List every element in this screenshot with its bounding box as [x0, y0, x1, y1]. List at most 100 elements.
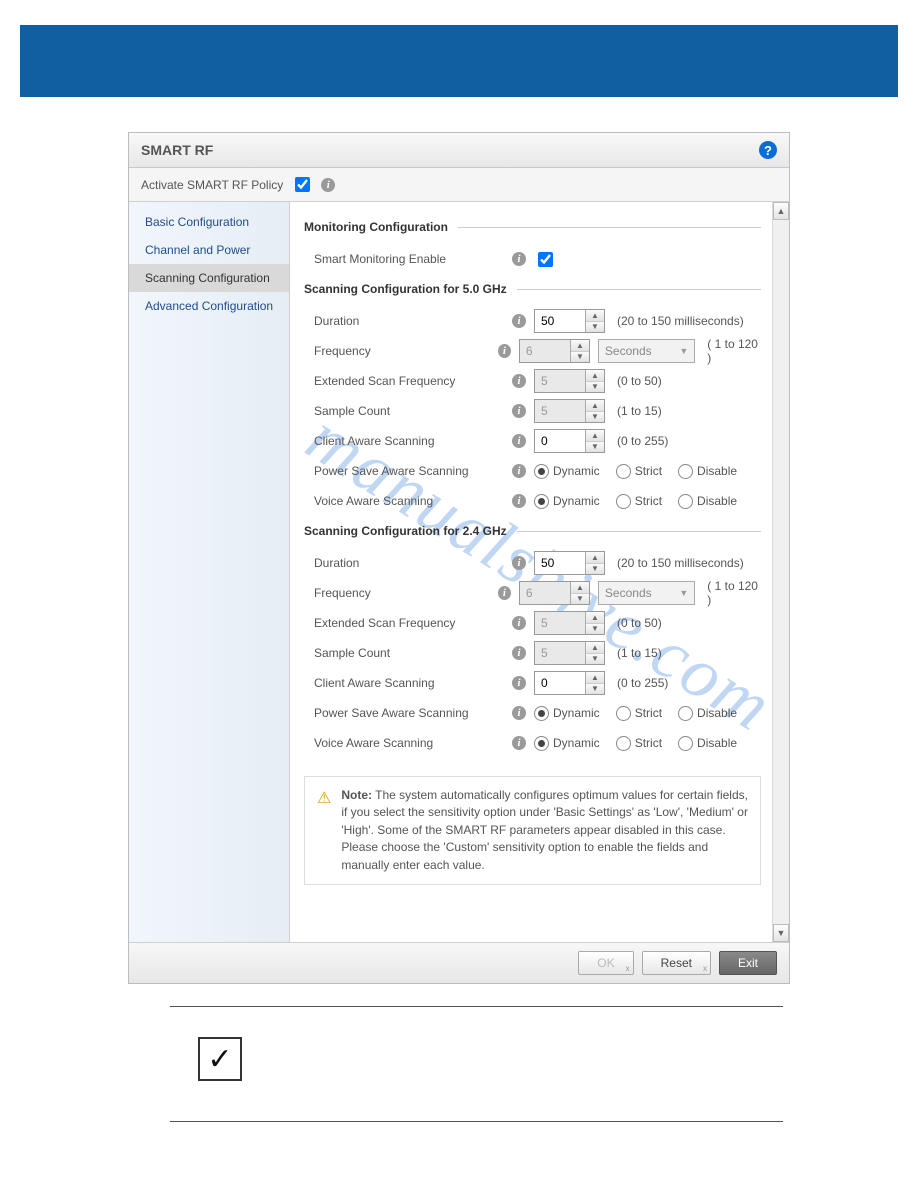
radio-disable[interactable]: Disable — [678, 706, 737, 721]
info-icon[interactable]: i — [512, 464, 526, 478]
field-label: Extended Scan Frequency — [314, 374, 504, 388]
radio-strict[interactable]: Strict — [616, 736, 662, 751]
smart-rf-panel: SMART RF ? Activate SMART RF Policy i Ba… — [128, 132, 790, 984]
field-hint: (0 to 50) — [617, 374, 662, 388]
activate-policy-bar: Activate SMART RF Policy i — [129, 168, 789, 202]
radio-dynamic[interactable]: Dynamic — [534, 464, 600, 479]
scroll-up-icon[interactable]: ▲ — [773, 202, 789, 220]
info-icon[interactable]: i — [512, 616, 526, 630]
below-panel-area: ✓ — [170, 1006, 783, 1122]
scroll-down-icon[interactable]: ▼ — [773, 924, 789, 942]
smart-monitoring-checkbox[interactable] — [538, 252, 553, 267]
info-icon[interactable]: i — [498, 586, 511, 600]
radio-disable[interactable]: Disable — [678, 464, 737, 479]
radio-strict[interactable]: Strict — [616, 706, 662, 721]
chevron-down-icon: ▼ — [679, 346, 688, 356]
radio-disable[interactable]: Disable — [678, 494, 737, 509]
radio-strict[interactable]: Strict — [616, 464, 662, 479]
info-icon[interactable]: i — [512, 314, 526, 328]
radio-strict[interactable]: Strict — [616, 494, 662, 509]
info-icon[interactable]: i — [512, 404, 526, 418]
spinner-up-icon: ▲ — [571, 582, 589, 594]
info-icon[interactable]: i — [512, 494, 526, 508]
radio-dynamic[interactable]: Dynamic — [534, 494, 600, 509]
field-hint: (0 to 255) — [617, 676, 668, 690]
field-hint: (0 to 50) — [617, 616, 662, 630]
spinner-down-icon[interactable]: ▼ — [586, 684, 604, 695]
field-label: Frequency — [314, 344, 490, 358]
spinner-up-icon[interactable]: ▲ — [586, 310, 604, 322]
info-icon[interactable]: i — [512, 252, 526, 266]
sidebar-item-scanning-configuration[interactable]: Scanning Configuration — [129, 264, 289, 292]
info-icon[interactable]: i — [512, 646, 526, 660]
spinner-down-icon[interactable]: ▼ — [586, 442, 604, 453]
section-title: Scanning Configuration for 2.4 GHz — [304, 524, 507, 538]
note-box: ⚠ Note: The system automatically configu… — [304, 776, 761, 885]
sample-count-24ghz-spinner: 5 ▲▼ — [534, 641, 605, 665]
spinner-up-icon: ▲ — [586, 642, 604, 654]
info-icon[interactable]: i — [512, 706, 526, 720]
frequency-5ghz-unit-select: Seconds▼ — [598, 339, 695, 363]
activate-policy-checkbox[interactable] — [295, 177, 310, 192]
spinner-up-icon[interactable]: ▲ — [586, 672, 604, 684]
field-label: Sample Count — [314, 404, 504, 418]
field-hint: (20 to 150 milliseconds) — [617, 556, 744, 570]
spinner-up-icon[interactable]: ▲ — [586, 552, 604, 564]
spinner-down-icon: ▼ — [586, 624, 604, 635]
reset-button[interactable]: Resetx — [642, 951, 711, 975]
spinner-down-icon: ▼ — [586, 654, 604, 665]
sample-count-5ghz-spinner: 5 ▲▼ — [534, 399, 605, 423]
radio-disable[interactable]: Disable — [678, 736, 737, 751]
row-smart-monitoring-enable: Smart Monitoring Enable i — [314, 244, 761, 274]
info-icon[interactable]: i — [512, 736, 526, 750]
frequency-24ghz-spinner: 6 ▲▼ — [519, 581, 590, 605]
row-24ghz-frequency: Frequency i 6 ▲▼ Seconds▼ ( 1 to 120 ) — [314, 578, 761, 608]
field-hint: ( 1 to 120 ) — [707, 579, 761, 607]
page-header-bar — [20, 25, 898, 97]
sidebar-item-channel-and-power[interactable]: Channel and Power — [129, 236, 289, 264]
activate-policy-label: Activate SMART RF Policy — [141, 178, 283, 192]
scroll-track[interactable] — [773, 220, 789, 924]
help-icon[interactable]: ? — [759, 141, 777, 159]
row-5ghz-frequency: Frequency i 6 ▲▼ Seconds▼ ( 1 to 120 ) — [314, 336, 761, 366]
ok-button[interactable]: OKx — [578, 951, 633, 975]
frequency-5ghz-spinner: 6 ▲▼ — [519, 339, 590, 363]
frequency-24ghz-unit-select: Seconds▼ — [598, 581, 695, 605]
voice-aware-24ghz-radio-group: Dynamic Strict Disable — [534, 736, 737, 751]
sidebar-item-basic-configuration[interactable]: Basic Configuration — [129, 208, 289, 236]
info-icon[interactable]: i — [512, 434, 526, 448]
ext-freq-5ghz-spinner: 5 ▲▼ — [534, 369, 605, 393]
row-5ghz-duration: Duration i 50 ▲▼ (20 to 150 milliseconds… — [314, 306, 761, 336]
radio-dynamic[interactable]: Dynamic — [534, 736, 600, 751]
info-icon[interactable]: i — [512, 676, 526, 690]
content-area: manualshive.com Monitoring Configuration… — [290, 202, 789, 942]
spinner-down-icon[interactable]: ▼ — [586, 322, 604, 333]
sidebar-item-advanced-configuration[interactable]: Advanced Configuration — [129, 292, 289, 320]
power-save-5ghz-radio-group: Dynamic Strict Disable — [534, 464, 737, 479]
large-checkbox: ✓ — [198, 1037, 242, 1081]
vertical-scrollbar[interactable]: ▲ ▼ — [772, 202, 789, 942]
chevron-down-icon: ▼ — [679, 588, 688, 598]
row-5ghz-power-save-aware: Power Save Aware Scanning i Dynamic Stri… — [314, 456, 761, 486]
field-hint: ( 1 to 120 ) — [707, 337, 761, 365]
spinner-up-icon: ▲ — [586, 612, 604, 624]
field-label: Voice Aware Scanning — [314, 494, 504, 508]
client-aware-24ghz-spinner[interactable]: 0 ▲▼ — [534, 671, 605, 695]
radio-dynamic[interactable]: Dynamic — [534, 706, 600, 721]
info-icon[interactable]: i — [512, 556, 526, 570]
spinner-up-icon[interactable]: ▲ — [586, 430, 604, 442]
duration-24ghz-spinner[interactable]: 50 ▲▼ — [534, 551, 605, 575]
info-icon[interactable]: i — [498, 344, 511, 358]
section-title: Monitoring Configuration — [304, 220, 448, 234]
spinner-down-icon[interactable]: ▼ — [586, 564, 604, 575]
info-icon[interactable]: i — [512, 374, 526, 388]
section-scanning-5ghz: Scanning Configuration for 5.0 GHz — [304, 282, 761, 296]
exit-button[interactable]: Exit — [719, 951, 777, 975]
field-label: Extended Scan Frequency — [314, 616, 504, 630]
info-icon[interactable]: i — [321, 178, 335, 192]
row-5ghz-sample-count: Sample Count i 5 ▲▼ (1 to 15) — [314, 396, 761, 426]
client-aware-5ghz-spinner[interactable]: 0 ▲▼ — [534, 429, 605, 453]
duration-5ghz-spinner[interactable]: 50 ▲▼ — [534, 309, 605, 333]
field-label: Frequency — [314, 586, 490, 600]
row-5ghz-extended-scan-frequency: Extended Scan Frequency i 5 ▲▼ (0 to 50) — [314, 366, 761, 396]
